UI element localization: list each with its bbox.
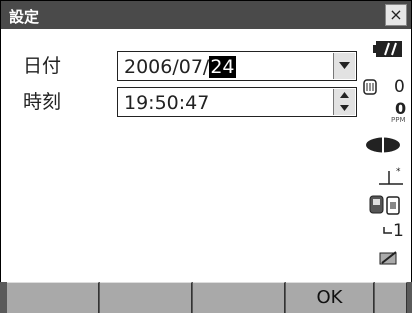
softkey-5[interactable] xyxy=(375,282,407,313)
atmosphere-value: 0 xyxy=(394,77,405,97)
close-button[interactable]: × xyxy=(385,4,407,26)
atmosphere-icon xyxy=(363,79,377,95)
arrow-down-icon xyxy=(340,105,349,111)
time-spin-down-button[interactable] xyxy=(334,102,355,115)
input-mode-icon xyxy=(379,251,397,265)
tilt-icon: * xyxy=(379,167,403,185)
svg-text:*: * xyxy=(396,167,401,177)
date-dropdown-button[interactable] xyxy=(333,53,355,79)
status-panel: 0 0 PPM * 1 xyxy=(355,41,411,281)
settings-window: 設定 × 日付 2006/07/24 時刻 19:50:47 0 0 PPM *… xyxy=(0,0,412,313)
softkey-2[interactable] xyxy=(100,282,192,313)
window-title: 設定 xyxy=(9,8,40,26)
time-spin-up-button[interactable] xyxy=(334,89,355,103)
date-field[interactable]: 2006/07/24 xyxy=(117,51,357,81)
ok-button[interactable]: OK xyxy=(286,282,374,313)
softkey-3[interactable] xyxy=(193,282,285,313)
arrow-up-icon xyxy=(340,92,349,98)
communication-icon xyxy=(369,195,400,215)
time-field[interactable]: 19:50:47 xyxy=(117,87,357,117)
date-label: 日付 xyxy=(23,55,62,77)
time-spinner xyxy=(333,89,355,115)
ppm-label: PPM xyxy=(391,116,406,124)
softkey-bar: OK xyxy=(0,282,412,313)
face-indicator-icon xyxy=(383,227,392,234)
title-bar: 設定 × xyxy=(1,1,411,29)
chevron-down-icon xyxy=(339,62,350,69)
time-value: 19:50:47 xyxy=(124,92,210,114)
target-prism-icon xyxy=(366,137,400,153)
date-value: 2006/07/24 xyxy=(124,56,236,78)
battery-icon xyxy=(373,41,402,57)
softkey-1[interactable] xyxy=(7,282,99,313)
face-value: 1 xyxy=(393,221,404,241)
time-label: 時刻 xyxy=(23,91,62,113)
